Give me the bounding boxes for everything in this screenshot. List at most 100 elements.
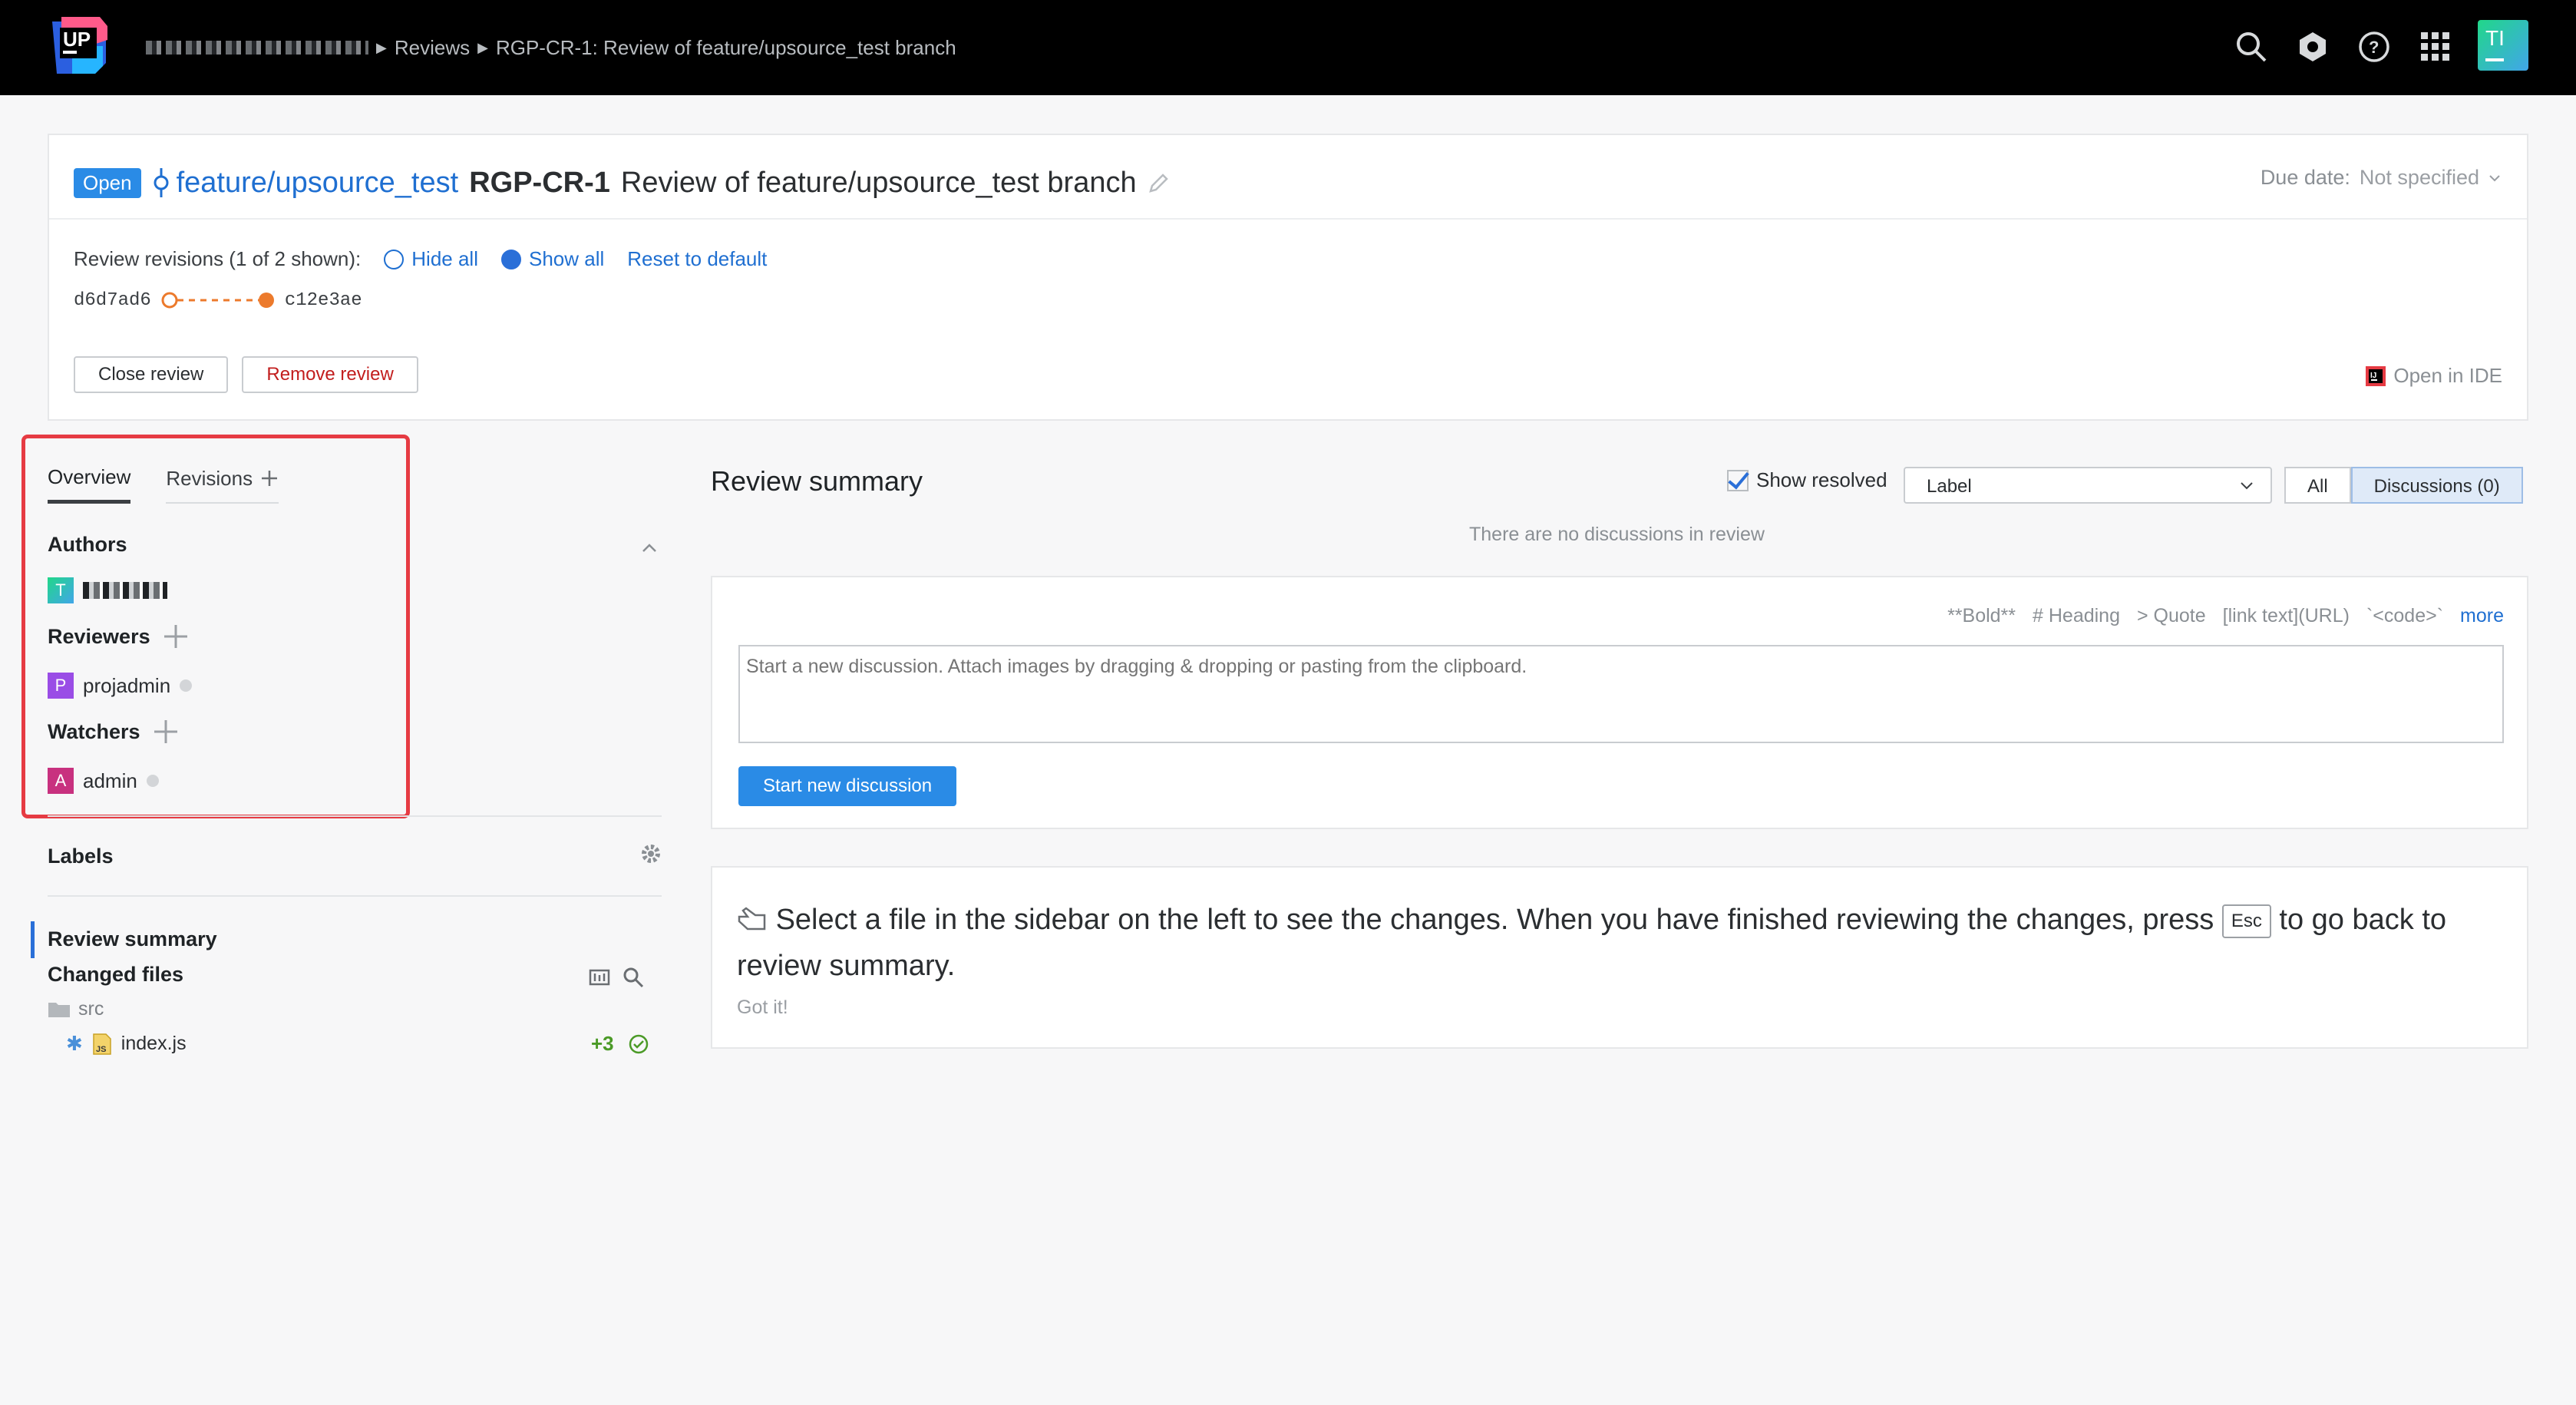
add-icon[interactable] xyxy=(260,469,279,488)
discussion-filter: All Discussions (0) xyxy=(2284,467,2523,504)
active-nav-indicator xyxy=(31,921,35,958)
help-icon[interactable]: ? xyxy=(2356,29,2392,64)
show-all-label: Show all xyxy=(528,247,605,270)
reviewers-title: Reviewers xyxy=(48,624,150,648)
watcher-item[interactable]: A admin xyxy=(48,768,159,794)
hint-code: `<code>` xyxy=(2366,605,2444,626)
changed-files-heading: Changed files xyxy=(48,963,183,987)
reviewer-item[interactable]: P projadmin xyxy=(48,673,193,699)
search-files-icon[interactable] xyxy=(622,966,645,989)
authors-title: Authors xyxy=(48,533,127,556)
revision-to[interactable]: c12e3ae xyxy=(285,290,362,311)
divider xyxy=(48,815,662,817)
radio-icon xyxy=(384,249,405,269)
collapse-chevron-icon[interactable] xyxy=(640,539,659,557)
svg-text:?: ? xyxy=(2369,38,2379,57)
file-name: index.js xyxy=(121,1033,187,1054)
reviewed-check-icon[interactable] xyxy=(628,1033,649,1055)
filter-discussions-button[interactable]: Discussions (0) xyxy=(2350,467,2523,504)
tab-overview[interactable]: Overview xyxy=(48,465,131,504)
start-new-discussion-button[interactable]: Start new discussion xyxy=(738,766,957,806)
due-date-label: Due date: xyxy=(2260,166,2350,189)
tab-overview-label: Overview xyxy=(48,465,131,488)
nav-review-summary[interactable]: Review summary xyxy=(48,927,217,951)
folder-item[interactable]: src xyxy=(48,998,104,1020)
open-in-ide-link[interactable]: IJ Open in IDE xyxy=(2364,364,2502,388)
add-reviewer-icon[interactable] xyxy=(163,623,189,650)
file-item[interactable]: ✱ JS index.js xyxy=(66,1032,187,1056)
breadcrumb-separator-icon: ▶ xyxy=(376,39,387,55)
show-resolved-label: Show resolved xyxy=(1756,468,1887,491)
filter-all-button[interactable]: All xyxy=(2284,467,2351,504)
search-icon[interactable] xyxy=(2234,29,2269,64)
reset-to-default-link[interactable]: Reset to default xyxy=(627,247,767,271)
revisions-controls: Review revisions (1 of 2 shown): Hide al… xyxy=(74,247,767,271)
branch-link[interactable]: feature/upsource_test xyxy=(152,167,458,200)
pointing-hand-icon xyxy=(738,907,766,931)
flatten-folders-icon[interactable] xyxy=(588,966,611,989)
nav-review-summary-label: Review summary xyxy=(48,927,217,950)
hint-text-part1: Select a file in the sidebar on the left… xyxy=(775,904,2214,936)
watchers-title: Watchers xyxy=(48,719,140,743)
apps-grid-icon[interactable] xyxy=(2418,29,2453,64)
show-all-option[interactable]: Show all xyxy=(500,247,605,271)
add-watcher-icon[interactable] xyxy=(153,719,179,745)
labels-title: Labels xyxy=(48,845,114,868)
got-it-link[interactable]: Got it! xyxy=(737,997,788,1019)
hide-all-option[interactable]: Hide all xyxy=(384,247,478,271)
chevron-down-icon xyxy=(2489,174,2500,181)
label-dropdown-value: Label xyxy=(1927,476,1972,497)
hint-bold: **Bold** xyxy=(1947,605,2016,626)
revisions-label: Review revisions (1 of 2 shown): xyxy=(74,247,362,270)
revision-from[interactable]: d6d7ad6 xyxy=(74,290,151,311)
breadcrumb-separator-icon: ▶ xyxy=(477,39,488,55)
edit-title-icon[interactable] xyxy=(1148,171,1171,194)
review-summary-title: Review summary xyxy=(711,465,923,497)
divider xyxy=(48,895,662,897)
upsource-logo[interactable]: UP xyxy=(46,15,111,77)
logo-text: UP xyxy=(63,28,91,51)
reviewer-avatar: P xyxy=(48,673,74,699)
redacted-author-name xyxy=(83,582,167,599)
status-dot-icon xyxy=(146,775,159,787)
radio-selected-icon xyxy=(500,249,521,269)
review-title-row: Open feature/upsource_test RGP-CR-1 Revi… xyxy=(74,161,1171,204)
hide-all-label: Hide all xyxy=(411,247,478,270)
new-discussion-textarea[interactable] xyxy=(738,645,2504,743)
redacted-project-name[interactable] xyxy=(146,41,368,55)
watchers-heading: Watchers xyxy=(48,719,179,745)
author-item[interactable]: T xyxy=(48,577,167,603)
status-badge: Open xyxy=(74,167,141,198)
branch-icon xyxy=(154,168,169,197)
user-avatar[interactable]: TI xyxy=(2478,20,2528,71)
due-date[interactable]: Due date: Not specified xyxy=(2261,166,2501,190)
hint-quote: > Quote xyxy=(2137,605,2206,626)
hint-heading: # Heading xyxy=(2033,605,2120,626)
js-file-icon: JS xyxy=(93,1033,111,1055)
reviewers-heading: Reviewers xyxy=(48,623,189,650)
hint-link: [link text](URL) xyxy=(2222,605,2350,626)
label-dropdown[interactable]: Label xyxy=(1904,467,2272,504)
divider xyxy=(49,218,2527,220)
folder-name: src xyxy=(78,998,104,1020)
hint-card: Select a file in the sidebar on the left… xyxy=(711,866,2528,1049)
remove-review-button[interactable]: Remove review xyxy=(242,356,418,393)
tab-revisions[interactable]: Revisions xyxy=(166,465,279,504)
hub-icon[interactable] xyxy=(2295,29,2330,64)
breadcrumb-reviews[interactable]: Reviews xyxy=(395,36,470,60)
file-added-lines: +3 xyxy=(591,1032,614,1055)
author-avatar: T xyxy=(48,577,74,603)
authors-heading: Authors xyxy=(48,533,127,557)
formatting-more-link[interactable]: more xyxy=(2460,605,2504,627)
close-review-button[interactable]: Close review xyxy=(74,356,229,393)
watcher-avatar: A xyxy=(48,768,74,794)
sidebar-tabs: Overview Revisions xyxy=(48,465,279,504)
labels-settings-gear-icon[interactable] xyxy=(640,843,662,864)
changed-files-title: Changed files xyxy=(48,963,184,986)
no-discussions-message: There are no discussions in review xyxy=(1469,524,1765,545)
svg-text:JS: JS xyxy=(96,1045,106,1054)
svg-text:IJ: IJ xyxy=(2370,372,2376,380)
status-dot-icon xyxy=(180,679,193,692)
show-resolved-toggle[interactable]: Show resolved xyxy=(1727,468,1887,492)
open-in-ide-label: Open in IDE xyxy=(2393,364,2502,387)
